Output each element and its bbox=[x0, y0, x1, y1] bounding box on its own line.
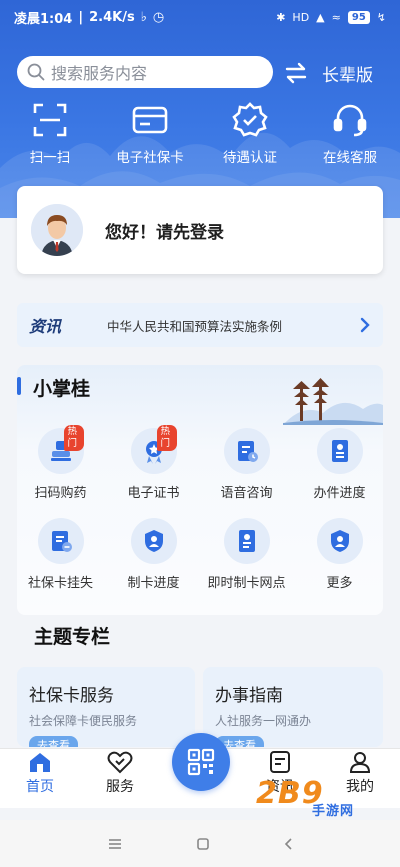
swap-icon bbox=[285, 62, 307, 84]
xiaozhanggui-grid: 热门 扫码购药 热门 电子证书 语音咨询 办件进度 社保卡挂失 制卡进度 即时制… bbox=[0, 425, 400, 608]
status-time: 凌晨1:04 bbox=[14, 11, 73, 27]
signal-icon: ▲ bbox=[316, 10, 325, 24]
menu-icon[interactable] bbox=[107, 837, 123, 851]
elder-mode-label: 长辈版 bbox=[322, 65, 373, 86]
news-doc-icon bbox=[269, 749, 291, 774]
quick-label: 扫一扫 bbox=[29, 150, 71, 166]
status-speed: 2.4K/s bbox=[89, 9, 135, 25]
grid-label: 更多 bbox=[326, 576, 353, 591]
progress-doc-icon bbox=[316, 428, 363, 474]
chevron-right-icon bbox=[360, 317, 370, 333]
instant-card-icon bbox=[223, 518, 270, 564]
avatar bbox=[31, 204, 83, 256]
alarm-icon: ◷ bbox=[152, 9, 165, 25]
search-icon bbox=[27, 63, 45, 81]
grid-item-card-loss[interactable]: 社保卡挂失 bbox=[14, 518, 107, 608]
quick-service[interactable]: 在线客服 bbox=[300, 100, 400, 166]
status-bar: 凌晨1:04 | 2.4K/s ♭ ◷ ✱ HD ▲ ≈ 95 ↯ bbox=[14, 9, 386, 27]
charging-icon: ↯ bbox=[376, 10, 386, 24]
heart-service-icon bbox=[107, 749, 133, 774]
grid-label: 社保卡挂失 bbox=[27, 576, 93, 591]
mute-icon: ♭ bbox=[140, 9, 147, 25]
quick-label: 待遇认证 bbox=[223, 150, 277, 166]
grid-item-more[interactable]: 更多 bbox=[293, 518, 386, 608]
grid-label: 语音咨询 bbox=[220, 486, 273, 501]
qr-code-button[interactable] bbox=[172, 733, 230, 791]
back-icon[interactable] bbox=[283, 837, 293, 851]
more-icon bbox=[316, 518, 363, 564]
tab-label: 首页 bbox=[26, 779, 54, 795]
news-tag: 资讯 bbox=[29, 317, 62, 336]
login-greeting: 您好！请先登录 bbox=[105, 222, 224, 243]
news-headline: 中华人民共和国预算法实施条例 bbox=[107, 318, 283, 334]
themes-title: 主题专栏 bbox=[34, 626, 111, 648]
grid-item-instant-card[interactable]: 即时制卡网点 bbox=[200, 518, 293, 608]
qr-code-icon bbox=[187, 748, 215, 776]
search-placeholder: 搜索服务内容 bbox=[51, 64, 148, 83]
wifi-icon: ≈ bbox=[331, 10, 341, 24]
system-navigation-bar bbox=[0, 820, 400, 867]
grid-item-scan-medicine[interactable]: 热门 扫码购药 bbox=[14, 425, 107, 518]
quick-verify[interactable]: 待遇认证 bbox=[200, 100, 300, 166]
grid-item-case-progress[interactable]: 办件进度 bbox=[293, 428, 386, 518]
card-icon bbox=[130, 100, 170, 140]
view-button[interactable]: 去查看 bbox=[29, 736, 78, 747]
scan-icon bbox=[30, 100, 70, 140]
stamp-icon: 热门 bbox=[37, 425, 84, 474]
theme-card-subtitle: 社会保障卡便民服务 bbox=[29, 714, 138, 728]
grid-label: 电子证书 bbox=[127, 486, 180, 501]
watermark-logo: 2B9 手游网 bbox=[256, 776, 396, 819]
grid-item-e-certificate[interactable]: 热门 电子证书 bbox=[107, 425, 200, 518]
watermark-suffix: 手游网 bbox=[312, 804, 355, 819]
tab-label: 服务 bbox=[106, 779, 134, 795]
theme-card-social-card[interactable]: 社保卡服务 社会保障卡便民服务 去查看 bbox=[17, 667, 195, 747]
grid-item-card-progress[interactable]: 制卡进度 bbox=[107, 518, 200, 608]
quick-label: 电子社保卡 bbox=[116, 150, 184, 166]
grid-label: 制卡进度 bbox=[127, 576, 180, 591]
news-strip[interactable]: 资讯 中华人民共和国预算法实施条例 bbox=[17, 303, 383, 347]
quick-ecard[interactable]: 电子社保卡 bbox=[100, 100, 200, 166]
theme-card-title: 社保卡服务 bbox=[29, 686, 114, 706]
home-icon bbox=[27, 749, 53, 774]
hot-badge: 热门 bbox=[63, 425, 84, 451]
battery-level: 95 bbox=[347, 10, 370, 24]
pagoda-illustration bbox=[283, 378, 383, 425]
quick-label: 在线客服 bbox=[323, 150, 377, 166]
user-icon bbox=[348, 749, 372, 774]
search-input[interactable]: 搜索服务内容 bbox=[17, 56, 273, 88]
certificate-icon: 热门 bbox=[130, 425, 177, 474]
quick-actions: 扫一扫 电子社保卡 待遇认证 在线客服 bbox=[0, 100, 400, 166]
network-type: HD bbox=[292, 10, 310, 24]
card-progress-icon bbox=[130, 518, 177, 564]
theme-card-subtitle: 人社服务一网通办 bbox=[215, 714, 312, 728]
tab-service[interactable]: 服务 bbox=[80, 749, 160, 808]
grid-label: 扫码购药 bbox=[34, 486, 87, 501]
voice-consult-icon bbox=[223, 428, 270, 474]
grid-label: 办件进度 bbox=[313, 486, 366, 501]
headset-icon bbox=[330, 100, 370, 140]
section-title-bar bbox=[17, 377, 21, 395]
grid-item-voice-consult[interactable]: 语音咨询 bbox=[200, 428, 293, 518]
theme-card-title: 办事指南 bbox=[215, 686, 283, 706]
grid-label: 即时制卡网点 bbox=[207, 576, 286, 591]
xiaozhanggui-title: 小掌桂 bbox=[33, 378, 91, 400]
login-card[interactable]: 您好！请先登录 bbox=[17, 186, 383, 274]
home-square-icon[interactable] bbox=[196, 837, 210, 851]
card-loss-icon bbox=[37, 518, 84, 564]
quick-scan[interactable]: 扫一扫 bbox=[0, 100, 100, 166]
theme-card-guide[interactable]: 办事指南 人社服务一网通办 去查看 bbox=[203, 667, 383, 747]
hot-badge: 热门 bbox=[156, 425, 177, 451]
bluetooth-icon: ✱ bbox=[276, 10, 286, 24]
verify-badge-icon bbox=[230, 100, 270, 140]
elder-mode-toggle[interactable]: 长辈版 bbox=[284, 58, 373, 88]
tab-home[interactable]: 首页 bbox=[0, 749, 80, 808]
